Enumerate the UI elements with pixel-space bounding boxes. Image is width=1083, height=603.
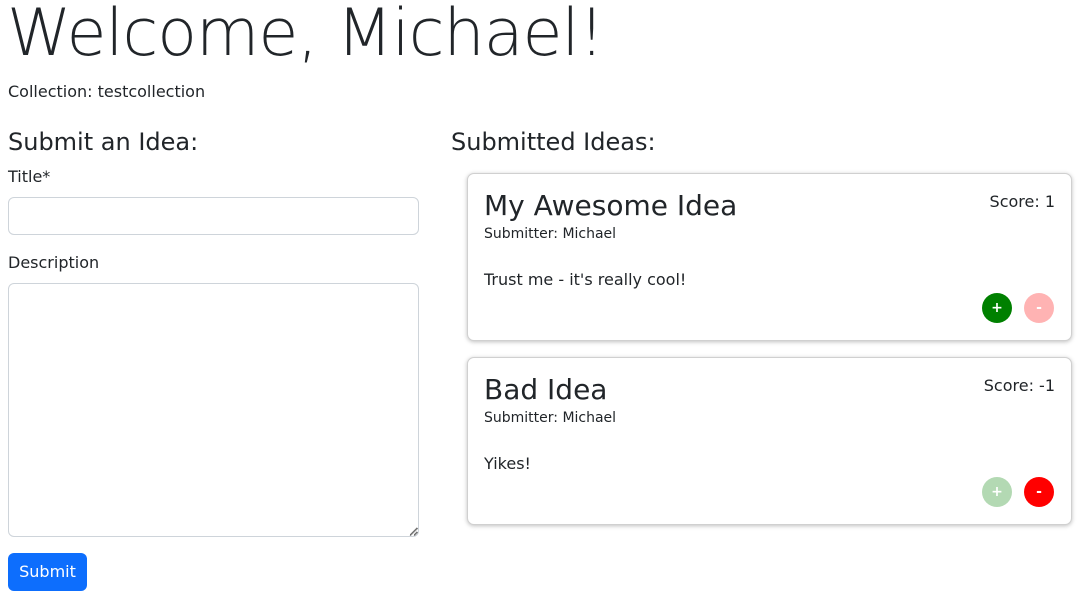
idea-card: My Awesome Idea Submitter: Michael Score… (467, 173, 1072, 341)
description-label: Description (8, 253, 100, 272)
idea-score: Score: 1 (989, 192, 1055, 211)
idea-submitter: Submitter: Michael (484, 410, 617, 426)
upvote-button[interactable]: + (982, 293, 1012, 323)
welcome-heading: Welcome, Michael! (7, 0, 605, 71)
idea-card: Bad Idea Submitter: Michael Score: -1 Yi… (467, 357, 1072, 525)
idea-description: Trust me - it's really cool! (484, 270, 687, 289)
idea-submitter: Submitter: Michael (484, 226, 617, 242)
title-label: Title* (8, 167, 51, 186)
idea-score: Score: -1 (983, 376, 1055, 395)
description-textarea[interactable] (8, 283, 419, 537)
downvote-button[interactable]: - (1024, 293, 1054, 323)
idea-title: Bad Idea (484, 373, 608, 406)
upvote-button[interactable]: + (982, 477, 1012, 507)
idea-title: My Awesome Idea (484, 189, 738, 222)
downvote-button[interactable]: - (1024, 477, 1054, 507)
submit-button[interactable]: Submit (8, 553, 87, 591)
title-input[interactable] (8, 197, 419, 235)
collection-label: Collection: testcollection (8, 82, 206, 101)
submitted-ideas-heading: Submitted Ideas: (451, 128, 656, 156)
idea-description: Yikes! (484, 454, 531, 473)
submit-idea-heading: Submit an Idea: (8, 128, 199, 156)
page: Welcome, Michael! Collection: testcollec… (0, 0, 1083, 603)
